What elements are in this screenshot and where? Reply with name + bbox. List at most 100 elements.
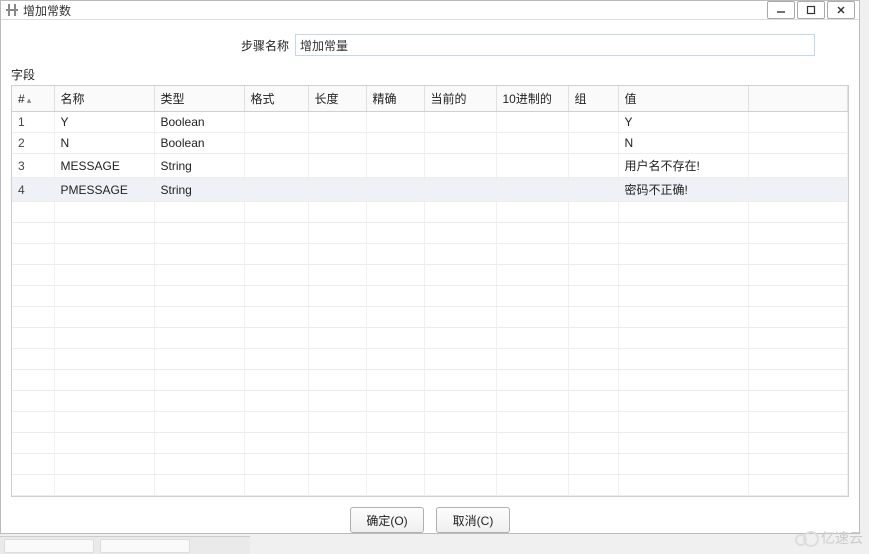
cell-empty[interactable] <box>54 433 154 454</box>
table-row-empty[interactable] <box>12 244 848 265</box>
cell-value[interactable]: Y <box>618 112 748 133</box>
cell-empty[interactable] <box>496 391 568 412</box>
cell-group[interactable] <box>568 178 618 202</box>
table-row-empty[interactable] <box>12 433 848 454</box>
cell-empty[interactable] <box>424 307 496 328</box>
cell-precision[interactable] <box>366 112 424 133</box>
table-row-empty[interactable] <box>12 307 848 328</box>
ok-button[interactable]: 确定(O) <box>350 507 424 533</box>
cell-empty[interactable] <box>568 433 618 454</box>
cell-decimal[interactable] <box>496 178 568 202</box>
cell-current[interactable] <box>424 133 496 154</box>
cell-empty[interactable] <box>496 286 568 307</box>
cell-empty[interactable] <box>54 391 154 412</box>
cell-empty[interactable] <box>308 349 366 370</box>
cell-empty[interactable] <box>308 307 366 328</box>
cell-empty[interactable] <box>366 349 424 370</box>
cell-empty[interactable] <box>366 328 424 349</box>
cell-empty[interactable] <box>154 202 244 223</box>
cell-empty[interactable] <box>308 265 366 286</box>
cell-empty[interactable] <box>424 328 496 349</box>
cell-precision[interactable] <box>366 154 424 178</box>
cell-empty[interactable] <box>244 244 308 265</box>
cell-decimal[interactable] <box>496 112 568 133</box>
cell-name[interactable]: PMESSAGE <box>54 178 154 202</box>
cell-length[interactable] <box>308 133 366 154</box>
cell-empty[interactable] <box>366 286 424 307</box>
cell-empty[interactable] <box>12 202 54 223</box>
cell-empty[interactable] <box>154 223 244 244</box>
cell-empty[interactable] <box>366 307 424 328</box>
cell-empty[interactable] <box>308 391 366 412</box>
cell-group[interactable] <box>568 112 618 133</box>
cell-empty[interactable] <box>366 412 424 433</box>
close-button[interactable] <box>827 1 855 19</box>
cell-empty[interactable] <box>154 328 244 349</box>
cell-empty[interactable] <box>366 454 424 475</box>
cell-empty[interactable] <box>12 370 54 391</box>
cell-empty[interactable] <box>424 475 496 496</box>
cell-empty[interactable] <box>496 475 568 496</box>
cell-empty[interactable] <box>54 286 154 307</box>
table-row-empty[interactable] <box>12 286 848 307</box>
cell-group[interactable] <box>568 133 618 154</box>
cell-empty[interactable] <box>424 454 496 475</box>
table-row-empty[interactable] <box>12 475 848 496</box>
table-row-empty[interactable] <box>12 223 848 244</box>
cell-empty[interactable] <box>496 370 568 391</box>
cell-empty[interactable] <box>12 265 54 286</box>
cell-decimal[interactable] <box>496 133 568 154</box>
cell-empty[interactable] <box>154 454 244 475</box>
cell-empty[interactable] <box>496 328 568 349</box>
cell-empty[interactable] <box>618 202 748 223</box>
cell-empty[interactable] <box>244 223 308 244</box>
cell-empty[interactable] <box>424 412 496 433</box>
cell-empty[interactable] <box>244 370 308 391</box>
cell-empty[interactable] <box>12 223 54 244</box>
cell-empty[interactable] <box>12 244 54 265</box>
cell-empty[interactable] <box>618 265 748 286</box>
cell-empty[interactable] <box>308 370 366 391</box>
cell-empty[interactable] <box>366 370 424 391</box>
cell-empty[interactable] <box>568 391 618 412</box>
cell-empty[interactable] <box>12 454 54 475</box>
cell-empty[interactable] <box>12 412 54 433</box>
cell-name[interactable]: MESSAGE <box>54 154 154 178</box>
table-row[interactable]: 1YBooleanY <box>12 112 848 133</box>
table-row-empty[interactable] <box>12 202 848 223</box>
cell-empty[interactable] <box>568 265 618 286</box>
cell-empty[interactable] <box>366 223 424 244</box>
cell-format[interactable] <box>244 133 308 154</box>
step-name-input[interactable] <box>295 34 815 56</box>
cell-empty[interactable] <box>54 307 154 328</box>
cell-empty[interactable] <box>424 370 496 391</box>
table-row[interactable]: 3MESSAGEString用户名不存在! <box>12 154 848 178</box>
cell-empty[interactable] <box>618 223 748 244</box>
cell-empty[interactable] <box>568 223 618 244</box>
cell-empty[interactable] <box>496 454 568 475</box>
col-header-group[interactable]: 组 <box>568 86 618 112</box>
cell-empty[interactable] <box>244 349 308 370</box>
cell-empty[interactable] <box>244 202 308 223</box>
table-row-empty[interactable] <box>12 265 848 286</box>
cell-format[interactable] <box>244 154 308 178</box>
cell-empty[interactable] <box>568 244 618 265</box>
cell-empty[interactable] <box>308 223 366 244</box>
table-row[interactable]: 4PMESSAGEString密码不正确! <box>12 178 848 202</box>
cell-empty[interactable] <box>618 307 748 328</box>
cell-type[interactable]: String <box>154 178 244 202</box>
col-header-num[interactable]: #▴ <box>12 86 54 112</box>
cell-length[interactable] <box>308 154 366 178</box>
cell-empty[interactable] <box>618 286 748 307</box>
cell-empty[interactable] <box>54 265 154 286</box>
cell-type[interactable]: String <box>154 154 244 178</box>
col-header-decimal[interactable]: 10进制的 <box>496 86 568 112</box>
cell-num[interactable]: 4 <box>12 178 54 202</box>
cell-empty[interactable] <box>244 412 308 433</box>
cell-value[interactable]: N <box>618 133 748 154</box>
cell-empty[interactable] <box>424 349 496 370</box>
cell-empty[interactable] <box>12 349 54 370</box>
cell-empty[interactable] <box>496 265 568 286</box>
cell-empty[interactable] <box>618 244 748 265</box>
cell-empty[interactable] <box>424 244 496 265</box>
